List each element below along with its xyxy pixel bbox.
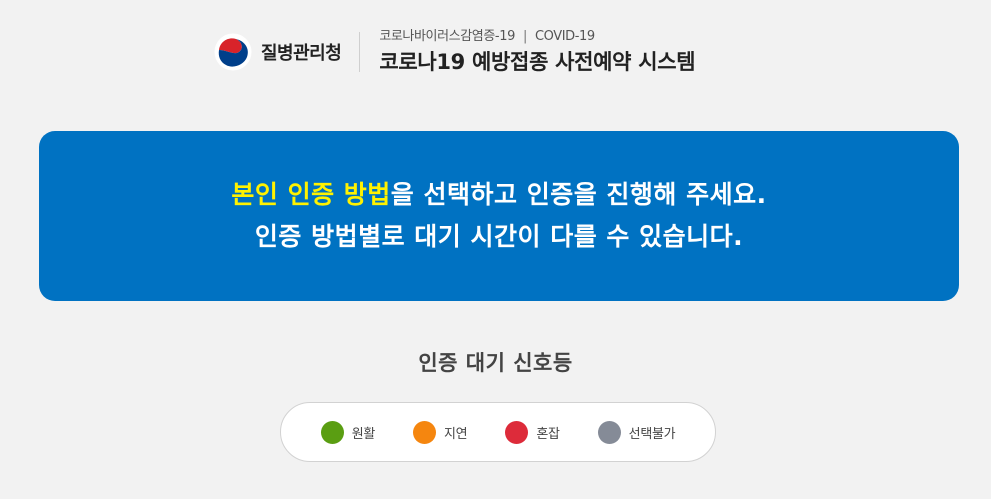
legend-item-smooth: 원활 <box>320 420 376 444</box>
legend-label-congested: 혼잡 <box>536 426 560 442</box>
notice-line-2: 인증 방법별로 대기 시간이 다를 수 있습니다. <box>254 222 744 251</box>
legend-label-unavailable: 선택불가 <box>628 426 676 442</box>
legend-label-smooth: 원활 <box>351 426 376 442</box>
header-subtitle: 코로나바이러스감염증-19 | COVID-19 <box>379 28 695 46</box>
notice-highlight: 본인 인증 방법 <box>231 180 391 209</box>
subtitle-separator: | <box>522 29 527 44</box>
kdca-logo[interactable]: 질병관리청 <box>214 33 342 71</box>
red-circle-icon <box>505 420 529 444</box>
header-divider <box>359 32 361 72</box>
subtitle-english: COVID-19 <box>534 29 595 44</box>
legend-item-delay: 지연 <box>413 420 468 444</box>
site-header: 질병관리청 코로나바이러스감염증-19 | COVID-19 코로나19 예방접종 … <box>214 22 696 82</box>
legend-item-congested: 혼잡 <box>505 420 560 444</box>
notice-line-1: 본인 인증 방법을 선택하고 인증을 진행해 주세요. <box>231 174 766 216</box>
taegeuk-emblem-icon <box>214 33 252 71</box>
gray-circle-icon <box>597 420 621 444</box>
green-circle-icon <box>320 420 344 444</box>
page-title: 코로나19 예방접종 사전예약 시스템 <box>379 50 696 74</box>
subtitle-korean: 코로나바이러스감염증-19 <box>379 29 515 44</box>
header-titles: 코로나바이러스감염증-19 | COVID-19 코로나19 예방접종 사전예약 시… <box>379 28 695 76</box>
signal-legend: 원활 지연 혼잡 선택불가 <box>280 402 716 462</box>
notice-banner: 본인 인증 방법을 선택하고 인증을 진행해 주세요. 인증 방법별로 대기 시… <box>39 131 959 301</box>
org-name: 질병관리청 <box>261 43 342 64</box>
signal-title: 인증 대기 신호등 <box>418 351 573 375</box>
notice-line-1-rest: 을 선택하고 인증을 진행해 주세요. <box>390 180 767 209</box>
legend-item-unavailable: 선택불가 <box>597 420 676 444</box>
orange-circle-icon <box>413 420 437 444</box>
legend-label-delay: 지연 <box>444 426 468 442</box>
